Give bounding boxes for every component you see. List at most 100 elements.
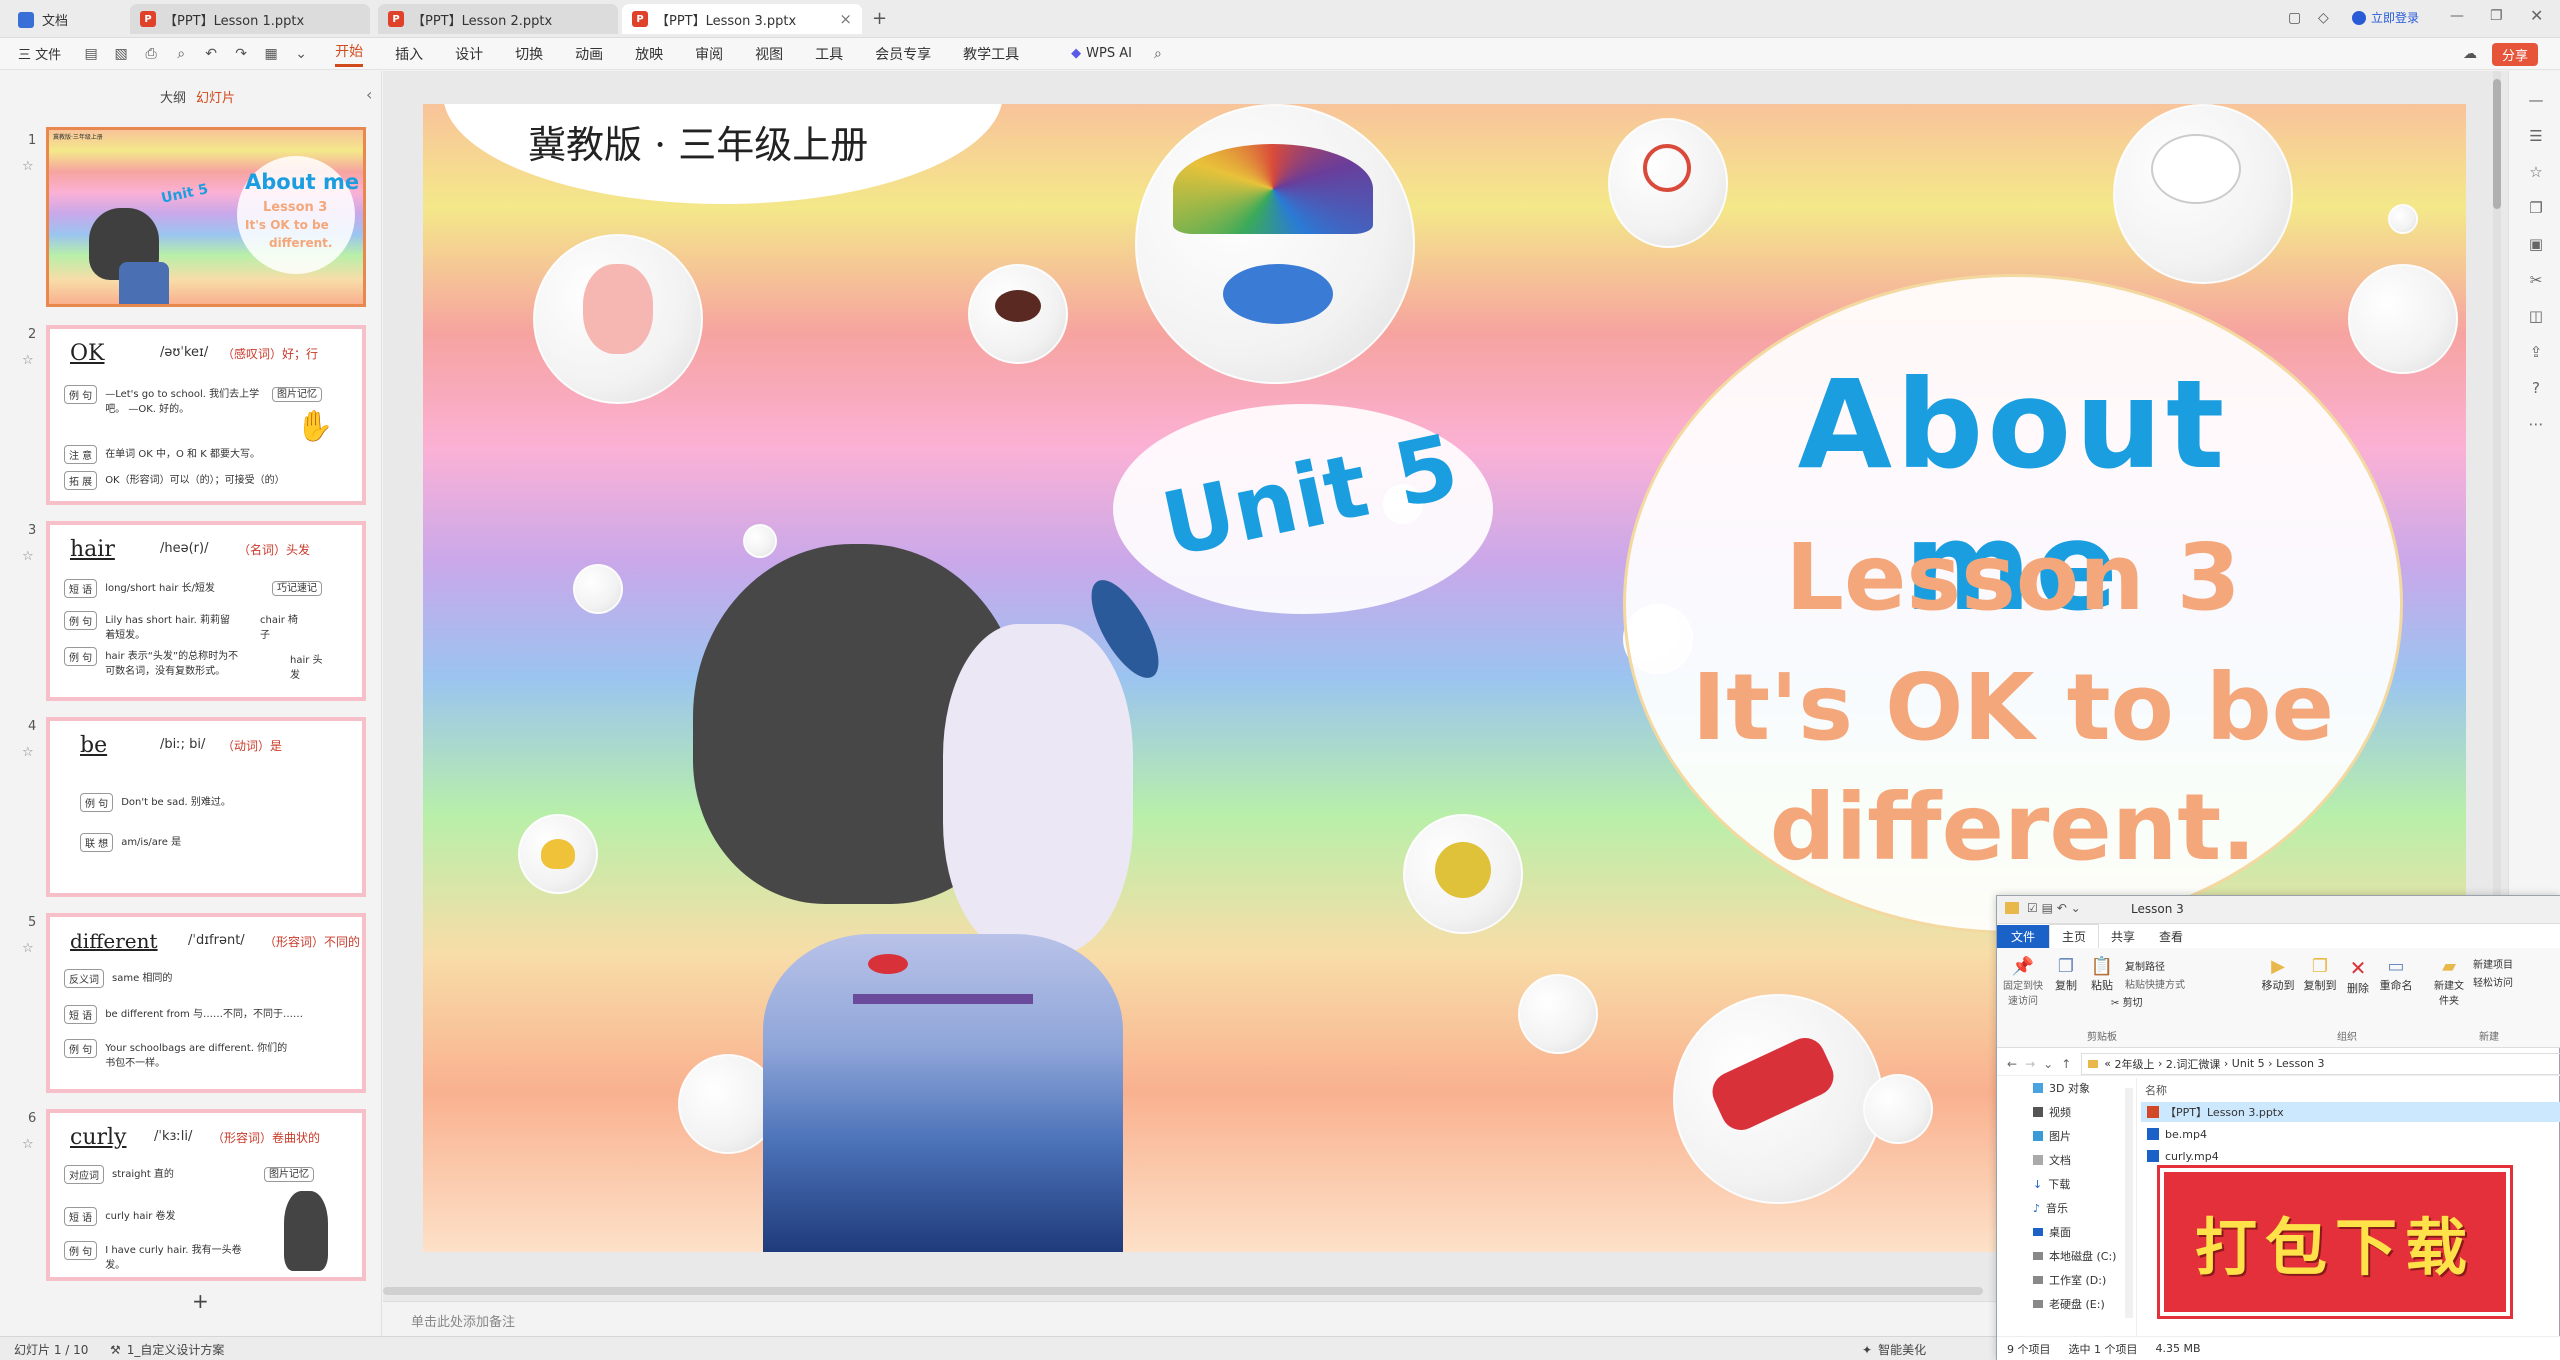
new-item-button[interactable]: 新建项目 [2473, 956, 2513, 971]
minimize-icon[interactable]: — [2450, 8, 2464, 24]
tools-icon[interactable]: ✂ [2527, 271, 2545, 289]
easy-access-button[interactable]: 轻松访问 [2473, 974, 2513, 989]
slide-thumbnail-6[interactable]: curly /ˈkɜːli/ （形容词）卷曲状的 对应词 straight 直的 … [46, 1109, 366, 1281]
save-icon[interactable]: ▤ [83, 46, 99, 62]
theme-button[interactable]: ⚒ 1_自定义设计方案 [110, 1341, 224, 1358]
format-painter-icon[interactable]: ▦ [263, 46, 279, 62]
nav-item-drive-c[interactable]: 本地磁盘 (C:) [2033, 1248, 2116, 1264]
copy-to-button[interactable]: ❐ 复制到 [2301, 956, 2339, 993]
nav-item-drive-e[interactable]: 老硬盘 (E:) [2033, 1296, 2105, 1312]
print-icon[interactable]: ⎙ [143, 46, 159, 62]
nav-item-videos[interactable]: 视频 [2033, 1104, 2071, 1120]
layers-icon[interactable]: ◫ [2527, 307, 2545, 325]
smart-beautify-button[interactable]: ✦ 智能美化 [1862, 1341, 1926, 1358]
back-icon[interactable]: ← [2007, 1057, 2017, 1071]
cloud-sync-icon[interactable]: ☁ [2462, 46, 2478, 62]
tab-lesson-3[interactable]: P 【PPT】Lesson 3.pptx × [622, 4, 862, 34]
close-window-icon[interactable]: ✕ [2530, 6, 2543, 25]
collapse-panel-icon[interactable]: ‹ [366, 85, 372, 104]
close-tab-icon[interactable]: × [839, 10, 852, 28]
cube-icon[interactable]: ◇ [2318, 10, 2329, 26]
menu-teaching-tools[interactable]: 教学工具 [963, 44, 1019, 64]
share-button[interactable]: 分享 [2492, 43, 2539, 66]
wps-ai-button[interactable]: ◆ WPS AI [1071, 46, 1132, 61]
move-to-button[interactable]: ▶ 移动到 [2259, 956, 2297, 993]
slide-thumbnail-5[interactable]: different /ˈdɪfrənt/ （形容词）不同的 反义词 same 相同… [46, 913, 366, 1093]
chevron-down-icon[interactable]: ⌄ [293, 46, 309, 62]
star-icon[interactable]: ☆ [22, 549, 34, 564]
menu-insert[interactable]: 插入 [395, 44, 423, 64]
breadcrumb-item[interactable]: Lesson 3 [2276, 1057, 2324, 1070]
login-button[interactable]: 立即登录 [2352, 9, 2419, 26]
breadcrumb-overflow[interactable]: « [2104, 1057, 2111, 1070]
file-row[interactable]: curly.mp4 [2141, 1146, 2560, 1166]
menu-member[interactable]: 会员专享 [875, 44, 931, 64]
star-icon[interactable]: ☆ [22, 1137, 34, 1152]
menu-animation[interactable]: 动画 [575, 44, 603, 64]
help-icon[interactable]: ? [2527, 379, 2545, 397]
copy-style-icon[interactable]: ❐ [2527, 199, 2545, 217]
slide-thumbnail-1[interactable]: 冀教版·三年级上册 About me Lesson 3 It's OK to b… [46, 127, 366, 307]
tab-outline[interactable]: 大纲 [160, 87, 186, 106]
star-icon[interactable]: ☆ [22, 159, 34, 174]
tab-lesson-1[interactable]: P 【PPT】Lesson 1.pptx [130, 4, 370, 34]
recent-dropdown-icon[interactable]: ⌄ [2043, 1057, 2053, 1071]
ribbon-tab-home[interactable]: 主页 [2049, 924, 2100, 948]
file-menu[interactable]: 三 文件 [18, 44, 61, 63]
add-slide-button[interactable]: + [192, 1289, 209, 1313]
export-icon[interactable]: ▧ [113, 46, 129, 62]
share-icon[interactable]: ⇪ [2527, 343, 2545, 361]
copy-path-button[interactable]: 复制路径 [2125, 958, 2165, 973]
new-tab-icon[interactable]: + [872, 8, 887, 29]
search-icon[interactable]: ⌕ [1150, 46, 1166, 62]
copy-button[interactable]: ❐ 复制 [2051, 956, 2081, 993]
menu-design[interactable]: 设计 [455, 44, 483, 64]
slide-thumbnail-2[interactable]: OK /əʊˈkeɪ/ （感叹词）好；行 例 句 —Let's go to sch… [46, 325, 366, 505]
menu-transition[interactable]: 切换 [515, 44, 543, 64]
up-icon[interactable]: ↑ [2061, 1057, 2071, 1071]
properties-icon[interactable]: ☰ [2527, 127, 2545, 145]
tab-slides[interactable]: 幻灯片 [196, 87, 235, 106]
maximize-icon[interactable]: ❐ [2490, 8, 2503, 24]
menu-view[interactable]: 视图 [755, 44, 783, 64]
nav-item-drive-d[interactable]: 工作室 (D:) [2033, 1272, 2106, 1288]
nav-item-desktop[interactable]: 桌面 [2033, 1224, 2071, 1240]
nav-item-pictures[interactable]: 图片 [2033, 1128, 2071, 1144]
search-doc-icon[interactable]: ⌕ [173, 46, 189, 62]
star-icon[interactable]: ☆ [22, 941, 34, 956]
star-icon[interactable]: ☆ [22, 745, 34, 760]
star-icon[interactable]: ☆ [2527, 163, 2545, 181]
star-icon[interactable]: ☆ [22, 353, 34, 368]
slide-thumbnail-3[interactable]: hair /heə(r)/ （名词）头发 短 语 long/short hair … [46, 521, 366, 701]
home-tab[interactable]: 文档 [18, 10, 68, 29]
tab-lesson-2[interactable]: P 【PPT】Lesson 2.pptx [378, 4, 618, 34]
collapse-icon[interactable]: — [2527, 91, 2545, 109]
ribbon-tab-file[interactable]: 文件 [1997, 925, 2050, 948]
rename-button[interactable]: ▭ 重命名 [2377, 956, 2415, 993]
menu-review[interactable]: 审阅 [695, 44, 723, 64]
forward-icon[interactable]: → [2025, 1057, 2035, 1071]
new-folder-button[interactable]: ▰ 新建文件夹 [2431, 956, 2467, 1007]
file-row-selected[interactable]: 【PPT】Lesson 3.pptx [2141, 1102, 2560, 1122]
breadcrumb-item[interactable]: 2年级上 [2114, 1056, 2154, 1072]
column-header-name[interactable]: 名称 [2145, 1082, 2167, 1098]
more-icon[interactable]: ⋯ [2527, 415, 2545, 433]
menu-tools[interactable]: 工具 [815, 44, 843, 64]
download-banner[interactable]: 打包下载 [2160, 1168, 2510, 1316]
ribbon-tab-share[interactable]: 共享 [2099, 925, 2147, 948]
canvas-hscroll-thumb[interactable] [383, 1287, 1983, 1295]
file-row[interactable]: be.mp4 [2141, 1124, 2560, 1144]
paste-shortcut-button[interactable]: 粘贴快捷方式 [2125, 976, 2185, 991]
slide-thumbnail-4[interactable]: be /biː; bi/ （动词）是 例 句 Don't be sad. 别难过。… [46, 717, 366, 897]
canvas-vscroll-thumb[interactable] [2493, 79, 2501, 209]
window-layout-icon[interactable]: ▢ [2288, 10, 2301, 26]
nav-item-downloads[interactable]: ↓ 下载 [2033, 1176, 2070, 1192]
paste-button[interactable]: 📋 粘贴 [2087, 956, 2117, 993]
image-icon[interactable]: ▣ [2527, 235, 2545, 253]
quick-access-icons[interactable]: ☑ ▤ ↶ ⌄ [2027, 901, 2081, 915]
nav-item-3d[interactable]: 3D 对象 [2033, 1080, 2090, 1096]
breadcrumb-item[interactable]: Unit 5 [2232, 1057, 2265, 1070]
breadcrumb[interactable]: « 2年级上 › 2.词汇微课 › Unit 5 › Lesson 3 [2081, 1052, 2560, 1075]
menu-home[interactable]: 开始 [335, 41, 364, 67]
cut-button[interactable]: ✂ 剪切 [2111, 994, 2143, 1009]
